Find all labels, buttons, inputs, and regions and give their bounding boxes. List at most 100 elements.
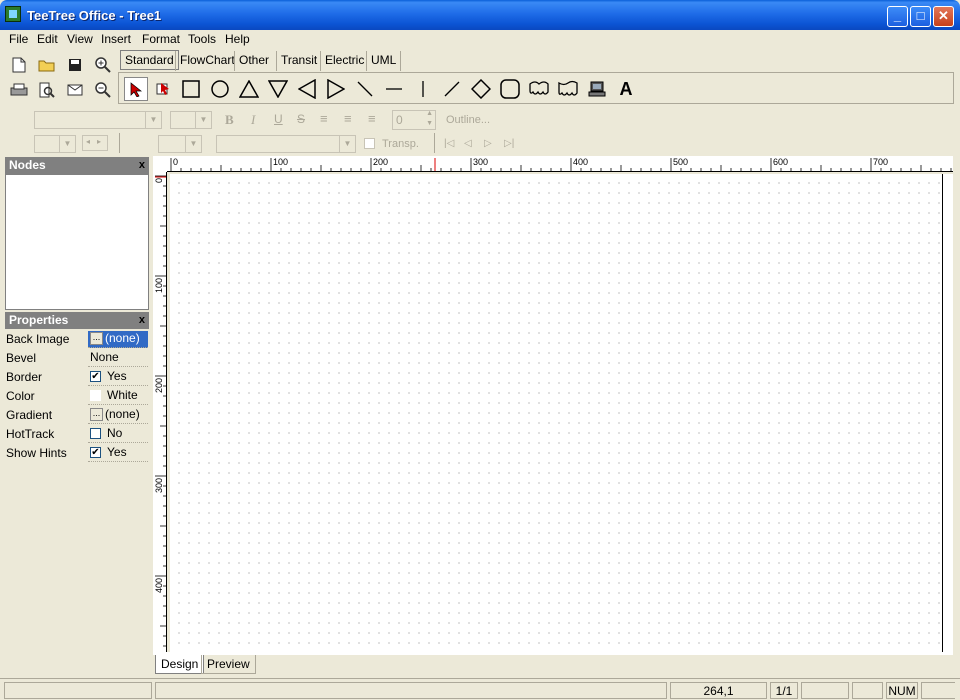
zoom-in-icon[interactable]	[92, 54, 114, 76]
minimize-button[interactable]: _	[887, 6, 908, 27]
pointer-tool-icon[interactable]	[124, 77, 148, 101]
menu-view[interactable]: View	[67, 32, 93, 46]
tab-design[interactable]: Design	[155, 655, 205, 674]
save-icon[interactable]	[64, 54, 86, 76]
spin-up-icon[interactable]: ▲	[426, 110, 433, 117]
tab-other[interactable]: Other	[234, 51, 273, 71]
menu-format[interactable]: Format	[142, 32, 180, 46]
property-row[interactable]: HotTrack No	[5, 424, 149, 443]
transparency-checkbox[interactable]	[364, 138, 375, 149]
node-tool-icon[interactable]	[151, 77, 175, 101]
strikeout-button[interactable]: S	[297, 112, 305, 126]
border-size-value: 0	[396, 113, 403, 127]
zoom-out-icon[interactable]	[92, 79, 114, 101]
close-button[interactable]: ✕	[933, 6, 954, 27]
triangle-right-shape-icon[interactable]	[324, 77, 348, 101]
line-style-combo[interactable]: ▼	[158, 135, 202, 153]
tab-standard[interactable]: Standard	[120, 50, 179, 70]
checkbox-checked[interactable]: ✔	[90, 371, 101, 383]
last-node-icon[interactable]: ▷|	[504, 138, 514, 149]
next-node-icon[interactable]: ▷	[484, 138, 492, 149]
underline-button[interactable]: U	[274, 112, 283, 126]
zoom-combo[interactable]: ▼	[34, 135, 76, 153]
tab-transit[interactable]: Transit	[276, 51, 321, 71]
property-row[interactable]: Bevel None	[5, 348, 149, 367]
menu-edit[interactable]: Edit	[37, 32, 58, 46]
property-row[interactable]: Color White	[5, 386, 149, 405]
rounded-rectangle-shape-icon[interactable]	[498, 77, 522, 101]
scroll-left-right-buttons[interactable]: ◂ ▸	[82, 135, 108, 151]
ruler-label: 200	[154, 378, 164, 393]
property-row[interactable]: Border ✔ Yes	[5, 367, 149, 386]
checkbox-unchecked[interactable]	[90, 428, 101, 440]
status-page: 1/1	[770, 682, 798, 699]
new-file-icon[interactable]	[8, 54, 30, 76]
property-value[interactable]: No	[88, 426, 148, 443]
wave-shape-icon[interactable]	[556, 77, 580, 101]
property-row[interactable]: Gradient ... (none)	[5, 405, 149, 424]
open-folder-icon[interactable]	[36, 54, 58, 76]
tab-preview[interactable]: Preview	[201, 655, 256, 674]
menu-help[interactable]: Help	[225, 32, 250, 46]
email-icon[interactable]	[64, 79, 86, 101]
triangle-up-shape-icon[interactable]	[237, 77, 261, 101]
status-bar: 264,1 1/1 NUM	[0, 678, 960, 700]
app-icon[interactable]	[5, 6, 21, 22]
maximize-button[interactable]: □	[910, 6, 931, 27]
horizontal-line-icon[interactable]	[382, 77, 406, 101]
diamond-shape-icon[interactable]	[469, 77, 493, 101]
nodes-panel-title: Nodes	[9, 158, 46, 172]
align-center-icon[interactable]: ≡	[344, 111, 352, 126]
tab-flowchart[interactable]: FlowChart	[175, 51, 239, 71]
rectangle-shape-icon[interactable]	[179, 77, 203, 101]
circle-shape-icon[interactable]	[208, 77, 232, 101]
close-properties-panel-button[interactable]: x	[139, 312, 145, 329]
ellipsis-button[interactable]: ...	[90, 408, 103, 422]
properties-empty-area	[5, 462, 149, 676]
vertical-line-icon[interactable]	[411, 77, 435, 101]
nodes-tree[interactable]	[5, 174, 149, 310]
font-size-combo[interactable]: ▼	[170, 111, 212, 129]
border-size-spinner[interactable]: 0 ▲ ▼	[392, 110, 436, 130]
property-value[interactable]: White	[88, 388, 148, 405]
triangle-down-shape-icon[interactable]	[266, 77, 290, 101]
print-preview-icon[interactable]	[36, 79, 58, 101]
checkbox-checked[interactable]: ✔	[90, 447, 101, 459]
design-canvas[interactable]	[170, 174, 942, 652]
property-value[interactable]: ✔ Yes	[88, 445, 148, 462]
color-combo[interactable]: ▼	[216, 135, 356, 153]
menu-insert[interactable]: Insert	[101, 32, 131, 46]
canvas-right-margin	[942, 174, 953, 652]
close-nodes-panel-button[interactable]: x	[139, 157, 145, 174]
spin-down-icon[interactable]: ▼	[426, 120, 433, 127]
italic-button[interactable]: I	[251, 112, 255, 128]
property-name: Back Image	[6, 332, 70, 346]
align-left-icon[interactable]: ≡	[320, 111, 328, 126]
cloud-shape-icon[interactable]	[527, 77, 551, 101]
computer-shape-icon[interactable]	[585, 77, 609, 101]
ellipsis-button[interactable]: ...	[90, 332, 103, 346]
diagonal-line-up-icon[interactable]	[440, 77, 464, 101]
menu-file[interactable]: File	[9, 32, 28, 46]
text-tool-icon[interactable]: A	[614, 77, 638, 101]
property-row[interactable]: Show Hints ✔ Yes	[5, 443, 149, 462]
font-name-combo[interactable]: ▼	[34, 111, 162, 129]
menu-tools[interactable]: Tools	[188, 32, 216, 46]
first-node-icon[interactable]: |◁	[444, 138, 454, 149]
print-icon[interactable]	[8, 79, 30, 101]
diagonal-line-down-icon[interactable]	[353, 77, 377, 101]
property-row[interactable]: Back Image ... (none)	[5, 329, 149, 348]
property-value[interactable]: ... (none)	[88, 331, 148, 348]
property-value[interactable]: ✔ Yes	[88, 369, 148, 386]
resize-grip-icon[interactable]	[921, 682, 955, 699]
prev-node-icon[interactable]: ◁	[464, 138, 472, 149]
triangle-left-shape-icon[interactable]	[295, 77, 319, 101]
property-name: Show Hints	[6, 446, 67, 460]
property-value[interactable]: None	[88, 350, 148, 367]
tab-uml[interactable]: UML	[366, 51, 402, 71]
align-right-icon[interactable]: ≡	[368, 111, 376, 126]
bold-button[interactable]: B	[225, 112, 234, 128]
tab-electric[interactable]: Electric	[320, 51, 368, 71]
outline-button[interactable]: Outline...	[446, 114, 490, 126]
property-value[interactable]: ... (none)	[88, 407, 148, 424]
